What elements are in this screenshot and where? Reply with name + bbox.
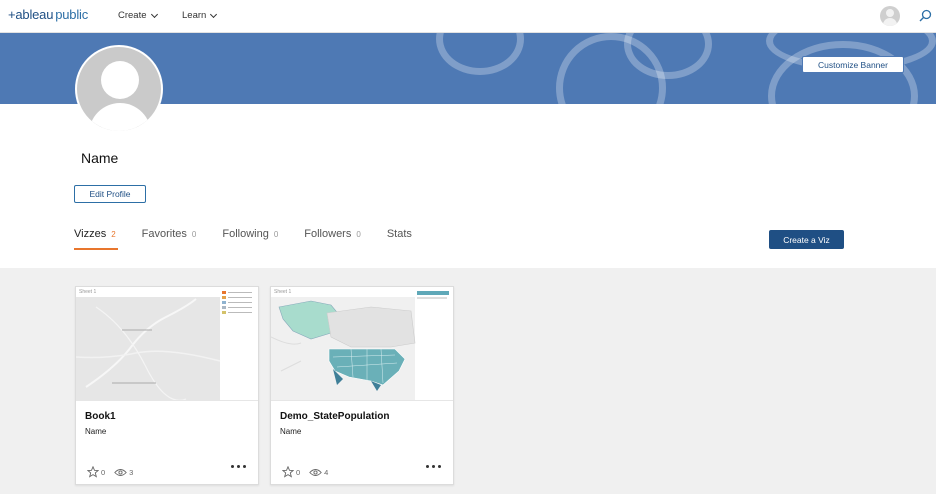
chevron-down-icon xyxy=(150,10,158,18)
edit-profile-button[interactable]: Edit Profile xyxy=(74,185,146,203)
tab-label: Following xyxy=(222,228,269,240)
nav-create-label: Create xyxy=(118,10,147,21)
favorites-count: 0 xyxy=(101,467,106,477)
viz-card[interactable]: Sheet 1 Demo_StatePopulation Name 0 4 xyxy=(270,286,454,485)
tab-label: Favorites xyxy=(141,228,187,240)
tab-label: Stats xyxy=(386,228,412,240)
tab-count: 2 xyxy=(111,230,116,239)
profile-tabs: Vizzes 2 Favorites 0 Following 0 Followers 0… xyxy=(74,228,412,250)
top-navigation-bar: +ableau public Create Learn xyxy=(0,0,936,33)
tab-count: 0 xyxy=(273,230,279,239)
tableau-public-logo[interactable]: +ableau public xyxy=(8,7,88,22)
search-icon[interactable] xyxy=(919,9,932,27)
customize-banner-button[interactable]: Customize Banner xyxy=(802,56,904,73)
eye-icon xyxy=(114,468,127,476)
viz-thumbnail-map[interactable]: Sheet 1 xyxy=(271,287,453,401)
nav-learn-label: Learn xyxy=(182,10,207,21)
eye-icon xyxy=(309,468,322,476)
viz-stats: 0 3 xyxy=(87,466,142,478)
avatar-head xyxy=(101,61,139,99)
views-count: 3 xyxy=(129,467,134,477)
viz-title[interactable]: Demo_StatePopulation xyxy=(280,411,389,422)
more-options-icon[interactable] xyxy=(231,465,246,468)
sheet-label: Sheet 1 xyxy=(79,289,97,295)
tab-following[interactable]: Following 0 xyxy=(222,228,278,248)
more-options-icon[interactable] xyxy=(426,465,441,468)
sheet-label: Sheet 1 xyxy=(274,289,292,295)
chevron-down-icon xyxy=(210,10,218,18)
avatar-head xyxy=(886,9,894,17)
favorites-count: 0 xyxy=(296,467,301,477)
avatar-body xyxy=(89,103,151,131)
views-count: 4 xyxy=(324,467,329,477)
logo-wordmark: +ableau xyxy=(8,7,54,22)
create-viz-button[interactable]: Create a Viz xyxy=(769,230,844,249)
logo-public-text: public xyxy=(55,7,89,22)
tab-favorites[interactable]: Favorites 0 xyxy=(142,228,197,248)
avatar-body xyxy=(883,18,897,26)
nav-learn-menu[interactable]: Learn xyxy=(182,10,218,21)
tab-followers[interactable]: Followers 0 xyxy=(304,228,361,248)
tab-count: 0 xyxy=(356,230,361,239)
viz-card[interactable]: Sheet 1 Book1 Name 0 3 xyxy=(75,286,259,485)
viz-title[interactable]: Book1 xyxy=(85,411,116,422)
star-icon[interactable] xyxy=(282,466,294,478)
tab-label: Followers xyxy=(304,228,352,240)
tab-label: Vizzes xyxy=(74,228,107,240)
profile-name: Name xyxy=(81,150,119,166)
viz-author[interactable]: Name xyxy=(85,427,106,436)
star-icon[interactable] xyxy=(87,466,99,478)
viz-author[interactable]: Name xyxy=(280,427,301,436)
viz-stats: 0 4 xyxy=(282,466,337,478)
banner-decoration-circle xyxy=(436,33,524,75)
viz-thumbnail-map[interactable]: Sheet 1 xyxy=(76,287,258,401)
tab-stats[interactable]: Stats xyxy=(387,228,412,248)
profile-avatar[interactable] xyxy=(75,45,163,133)
tab-count: 0 xyxy=(191,230,197,239)
nav-create-menu[interactable]: Create xyxy=(118,10,158,21)
user-avatar-button[interactable] xyxy=(880,6,900,26)
tab-vizzes[interactable]: Vizzes 2 xyxy=(74,228,118,250)
